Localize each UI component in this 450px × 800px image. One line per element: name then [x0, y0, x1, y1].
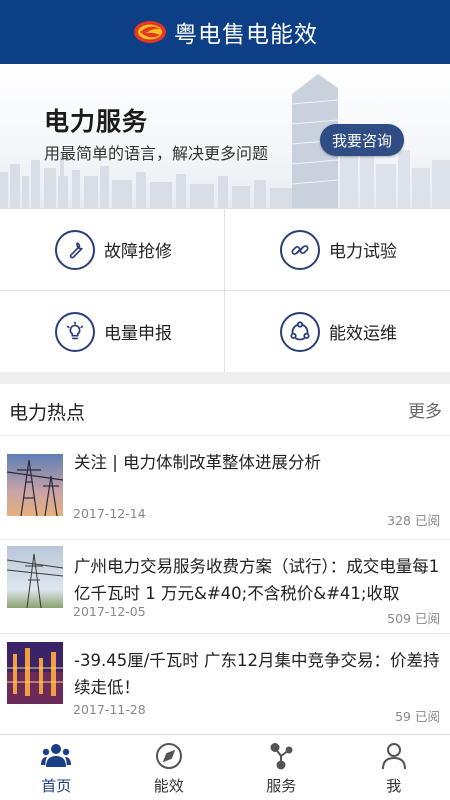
tab-label: 首页	[41, 777, 72, 795]
news-headline: -39.45厘/千瓦时 广东12月集中竞争交易：价差持续走低！	[74, 651, 440, 697]
news-thumbnail	[7, 642, 63, 704]
news-more-link[interactable]: 更多	[408, 397, 442, 422]
tab-label: 我	[386, 777, 402, 795]
tab-efficiency[interactable]: 能效	[113, 735, 226, 800]
news-date: 2017-12-14	[73, 506, 146, 521]
service-energy-ops[interactable]: 能效运维	[225, 291, 450, 373]
link-icon	[280, 229, 320, 270]
tab-label: 能效	[153, 777, 184, 795]
service-fault-repair[interactable]: 故障抢修	[0, 209, 225, 291]
consult-button[interactable]: 我要咨询	[320, 124, 404, 156]
news-thumbnail	[7, 546, 63, 608]
service-power-declaration[interactable]: 电量申报	[0, 291, 225, 373]
compass-icon	[154, 741, 184, 771]
banner-subtitle: 用最简单的语言，解决更多问题	[44, 144, 269, 163]
service-label: 电量申报	[104, 324, 172, 344]
service-label: 电力试验	[329, 242, 397, 262]
app-title: 粤电售电能效	[174, 22, 318, 48]
news-item[interactable]: -39.45厘/千瓦时 广东12月集中竞争交易：价差持续走低！ 2017-11-…	[0, 634, 450, 732]
news-headline: 关注 | 电力体制改革整体进展分析	[74, 453, 322, 472]
logo-icon	[134, 21, 166, 43]
news-item[interactable]: 关注 | 电力体制改革整体进展分析 2017-12-14 328 已阅	[0, 436, 450, 540]
service-banner[interactable]: 电力服务 用最简单的语言，解决更多问题 我要咨询	[0, 64, 450, 208]
news-section-title: 电力热点	[9, 402, 86, 424]
tab-service[interactable]: 服务	[225, 735, 338, 800]
home-users-icon	[41, 741, 72, 771]
news-headline: 广州电力交易服务收费方案（试行）：成交电量每1 亿千瓦时 1 万元&#40;不含…	[74, 557, 440, 603]
news-item[interactable]: 广州电力交易服务收费方案（试行）：成交电量每1 亿千瓦时 1 万元&#40;不含…	[0, 540, 450, 634]
news-date: 2017-12-05	[73, 604, 146, 619]
news-date: 2017-11-28	[73, 702, 146, 717]
news-read-count: 509 已阅	[387, 611, 440, 626]
cycle-icon	[280, 311, 320, 352]
news-read-count: 59 已阅	[395, 709, 440, 724]
news-read-count: 328 已阅	[387, 513, 440, 528]
tab-home[interactable]: 首页	[0, 735, 113, 800]
section-divider	[0, 372, 450, 384]
news-thumbnail	[7, 454, 63, 516]
lightbulb-icon	[55, 311, 95, 352]
banner-title: 电力服务	[44, 107, 149, 136]
service-power-test[interactable]: 电力试验	[225, 209, 450, 291]
app-header: 粤电售电能效	[0, 0, 450, 64]
tab-label: 服务	[266, 777, 297, 795]
service-label: 故障抢修	[104, 242, 172, 262]
tab-me[interactable]: 我	[338, 735, 450, 800]
news-section-header: 电力热点 更多	[0, 384, 450, 436]
bottom-tab-bar: 首页 能效 服务 我	[0, 734, 450, 800]
service-label: 能效运维	[329, 324, 397, 344]
wrench-icon	[55, 229, 95, 270]
person-icon	[379, 741, 409, 771]
nodes-icon	[266, 741, 296, 771]
service-grid: 故障抢修 电力试验 电量申报 能效运维	[0, 208, 450, 373]
